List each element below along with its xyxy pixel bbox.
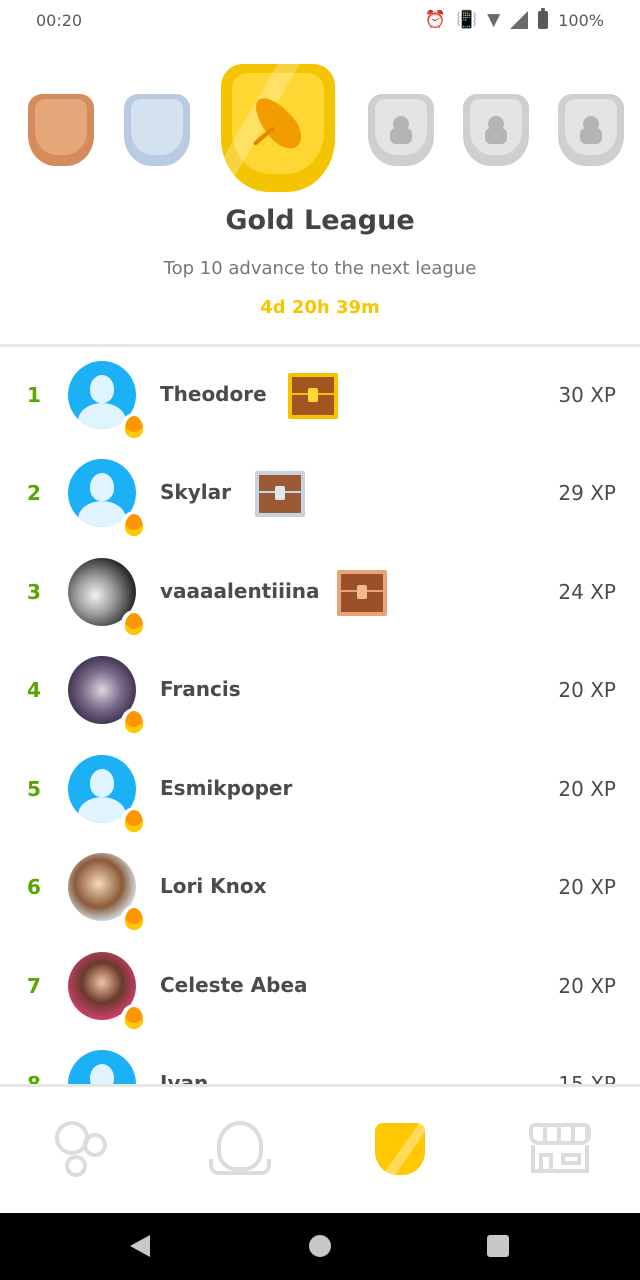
- gold-chest-icon: [288, 373, 338, 419]
- xp-value: 29 XP: [558, 481, 616, 505]
- avatar: [68, 1050, 136, 1084]
- status-icons: ⏰ 📳 ▼ 100%: [424, 8, 604, 30]
- learn-icon[interactable]: [45, 1117, 115, 1181]
- league-carousel[interactable]: [0, 62, 640, 202]
- leaderboard-row[interactable]: 3 vaaaalentiiina 24 XP: [0, 544, 640, 642]
- vibrate-icon: 📳: [456, 10, 478, 30]
- alarm-icon: ⏰: [424, 10, 446, 30]
- shop-icon[interactable]: [525, 1117, 595, 1181]
- rank-number: 6: [27, 875, 41, 899]
- cell-signal-icon: [510, 11, 529, 29]
- status-time: 00:20: [36, 10, 83, 30]
- recent-apps-icon[interactable]: [487, 1235, 509, 1257]
- user-name: Theodore: [160, 382, 267, 406]
- streak-flame-icon: [121, 708, 147, 736]
- leaderboard-row[interactable]: 2 Skylar 29 XP: [0, 445, 640, 543]
- leaderboard-row[interactable]: 8 Ivan 15 XP: [0, 1036, 640, 1084]
- leaderboard-row[interactable]: 4 Francis 20 XP: [0, 642, 640, 740]
- system-nav-bar: [0, 1213, 640, 1280]
- league-title: Gold League: [225, 205, 415, 236]
- streak-flame-icon: [121, 413, 147, 441]
- battery-icon: [538, 8, 549, 29]
- user-name: Ivan: [160, 1071, 209, 1084]
- league-subtitle: Top 10 advance to the next league: [163, 258, 477, 279]
- silver-league-shield-icon: [124, 94, 190, 166]
- leaderboard-row[interactable]: 7 Celeste Abea 20 XP: [0, 938, 640, 1036]
- rank-number: 5: [27, 777, 41, 801]
- bronze-chest-icon: [337, 570, 387, 616]
- leaderboard-row[interactable]: 1 Theodore 30 XP: [0, 347, 640, 445]
- lock-icon: [485, 116, 507, 144]
- gold-league-shield-icon: [208, 64, 335, 192]
- league-timer: 4d 20h 39m: [260, 297, 380, 318]
- xp-value: 20 XP: [558, 974, 616, 998]
- leaderboard-row[interactable]: 6 Lori Knox 20 XP: [0, 839, 640, 937]
- locked-league-shield-icon: [368, 94, 434, 166]
- xp-value: 15 XP: [558, 1072, 616, 1084]
- xp-value: 24 XP: [558, 580, 616, 604]
- bottom-nav: [0, 1087, 640, 1213]
- silver-chest-icon: [255, 471, 305, 517]
- user-name: Esmikpoper: [160, 776, 293, 800]
- rank-number: 2: [27, 481, 41, 505]
- streak-flame-icon: [121, 511, 147, 539]
- streak-flame-icon: [121, 1004, 147, 1032]
- lock-icon: [390, 116, 412, 144]
- streak-flame-icon: [121, 610, 147, 638]
- leaderboard-list[interactable]: 1 Theodore 30 XP 2 Skylar 29 XP 3 vaaaal…: [0, 347, 640, 1084]
- xp-value: 20 XP: [558, 678, 616, 702]
- user-name: Skylar: [160, 480, 231, 504]
- user-name: vaaaalentiiina: [160, 579, 320, 603]
- home-icon[interactable]: [309, 1235, 331, 1257]
- lock-icon: [580, 116, 602, 144]
- user-name: Lori Knox: [160, 874, 267, 898]
- xp-value: 20 XP: [558, 875, 616, 899]
- rank-number: 8: [27, 1072, 41, 1084]
- xp-value: 30 XP: [558, 383, 616, 407]
- locked-league-shield-icon: [558, 94, 624, 166]
- leaderboard-row[interactable]: 5 Esmikpoper 20 XP: [0, 741, 640, 839]
- streak-flame-icon: [121, 807, 147, 835]
- leagues-icon[interactable]: [365, 1117, 435, 1181]
- rank-number: 3: [27, 580, 41, 604]
- user-name: Francis: [160, 677, 241, 701]
- rank-number: 4: [27, 678, 41, 702]
- locked-league-shield-icon: [463, 94, 529, 166]
- user-name: Celeste Abea: [160, 973, 308, 997]
- back-icon[interactable]: [130, 1235, 150, 1257]
- status-bar: 00:20 ⏰ 📳 ▼ 100%: [0, 0, 640, 40]
- streak-flame-icon: [121, 905, 147, 933]
- profile-icon[interactable]: [205, 1117, 275, 1181]
- leaderboard-screen: 00:20 ⏰ 📳 ▼ 100% Gold League Top 10 adva…: [0, 0, 640, 1280]
- rank-number: 1: [27, 383, 41, 407]
- bronze-league-shield-icon: [28, 94, 94, 166]
- xp-value: 20 XP: [558, 777, 616, 801]
- rank-number: 7: [27, 974, 41, 998]
- battery-percent: 100%: [558, 10, 604, 30]
- wifi-icon: ▼: [487, 10, 501, 30]
